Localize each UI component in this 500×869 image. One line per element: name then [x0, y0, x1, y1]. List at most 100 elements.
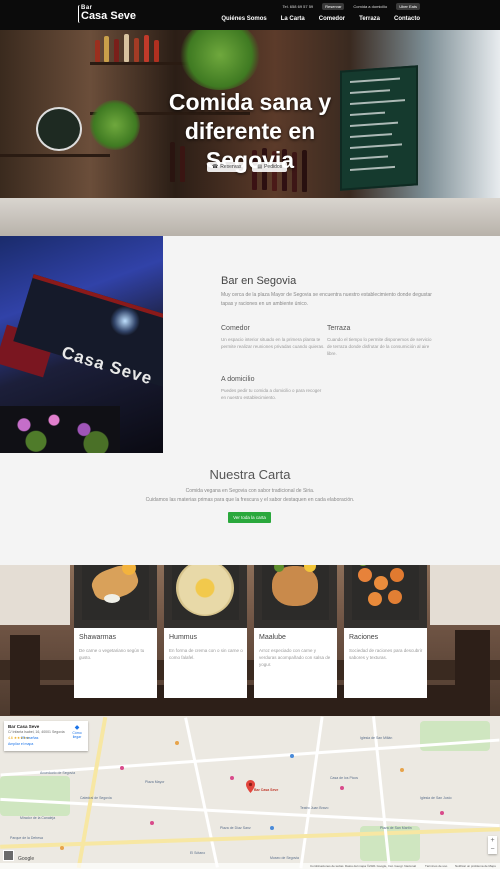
site-header: Bar Casa Seve Tel. 658 69 57 59 Reservar…	[0, 0, 500, 30]
main-nav: Quiénes Somos La Carta Comedor Terraza C…	[221, 16, 420, 22]
poi-pin[interactable]	[120, 766, 124, 770]
road	[0, 797, 500, 828]
park-area	[0, 776, 70, 816]
uber-eats-button[interactable]: Uber Eats	[396, 3, 420, 10]
nav-quienes-somos[interactable]: Quiénes Somos	[221, 16, 266, 22]
poi-pin[interactable]	[440, 811, 444, 815]
park-area	[420, 721, 490, 751]
map-label: Acueducto de Segovia	[40, 771, 76, 775]
map-reviews-link[interactable]: 25 reseñas	[21, 736, 38, 740]
hero-pedidos-button[interactable]: ▤ Pedidos	[252, 162, 288, 172]
map-place-address: C/ Infanta Isabel, 16, 40001 Segovia	[8, 730, 65, 734]
road	[299, 716, 324, 869]
poi-pin[interactable]	[340, 786, 344, 790]
map-label: Iglesia de San Millán	[360, 736, 393, 740]
dish-card[interactable]: Hummus En forma de crema con o sin carne…	[164, 565, 247, 698]
ver-carta-button[interactable]: Ver toda la carta	[228, 512, 271, 523]
hero-banner: Comida sana y diferente en Segovia ☎ Res…	[0, 30, 500, 236]
sauce	[104, 594, 120, 603]
nav-la-carta[interactable]: La Carta	[281, 16, 305, 22]
dish-desc: En forma de crema con o sin carne o como…	[169, 648, 243, 660]
hero-reservas-button[interactable]: ☎ Reservas	[207, 162, 247, 172]
dish-title: Hummus	[169, 634, 198, 641]
facade-photo: Casa Seve	[0, 236, 163, 453]
falafel	[388, 590, 402, 604]
map-label: Catedral de Segovia	[80, 796, 112, 800]
map-label: Plaza Mayor	[145, 780, 165, 784]
dish-title: Raciones	[349, 634, 379, 641]
poi-pin[interactable]	[270, 826, 274, 830]
map-shortcuts-link[interactable]: Combinaciones de teclas	[310, 864, 344, 868]
falafel	[374, 576, 388, 590]
falafel	[390, 568, 404, 582]
carta-section: Nuestra Carta Comida vegana en Segovia c…	[0, 453, 500, 565]
map-satellite-toggle[interactable]	[3, 850, 14, 861]
dish-photo	[344, 565, 427, 628]
poi-pin[interactable]	[290, 754, 294, 758]
map-directions-link[interactable]: ◆ Cómo llegar	[68, 724, 86, 739]
hero-pedidos-label: Pedidos	[264, 164, 283, 170]
nav-comedor[interactable]: Comedor	[319, 16, 345, 22]
map-zoom-control: + −	[488, 836, 497, 854]
bag-icon: ▤	[257, 164, 263, 170]
map-footer: Combinaciones de teclas Datos del mapa ©…	[0, 863, 500, 869]
dish-desc: Sociedad de raciones para descubrir sabo…	[349, 648, 423, 660]
location-marker-icon[interactable]	[246, 780, 255, 793]
hero-buttons: ☎ Reservas ▤ Pedidos	[207, 162, 288, 172]
bottle	[124, 34, 129, 62]
map-report-link[interactable]: Notificar un problema de Maps	[455, 864, 496, 868]
site-logo[interactable]: Bar Casa Seve	[81, 5, 136, 22]
map-data-text: Datos del mapa ©2021 Google, Inst. Geogr…	[345, 864, 416, 868]
phone-link[interactable]: Tel. 658 69 57 59	[279, 3, 316, 10]
hero-reservas-label: Reservas	[220, 164, 242, 170]
street-lamp	[110, 306, 140, 336]
reservar-button[interactable]: Reservar	[322, 3, 345, 10]
plant	[90, 100, 140, 150]
dish-title: Shawarmas	[79, 634, 116, 641]
nav-contacto[interactable]: Contacto	[394, 16, 420, 22]
poi-pin[interactable]	[175, 741, 179, 745]
poi-pin[interactable]	[400, 768, 404, 772]
dish-card[interactable]: Raciones Sociedad de raciones para descu…	[344, 565, 427, 698]
chair	[455, 630, 490, 716]
zoom-in-button[interactable]: +	[488, 836, 497, 845]
dish-photo	[74, 565, 157, 628]
domicilio-title: A domicilio	[221, 376, 255, 383]
carta-title: Nuestra Carta	[209, 467, 291, 482]
carta-subtitle-line-1: Comida vegana en Segovia con sabor tradi…	[185, 488, 315, 494]
wall	[0, 565, 70, 625]
poi-pin[interactable]	[150, 821, 154, 825]
dish-title: Maalube	[259, 634, 286, 641]
falafel	[358, 568, 372, 582]
nav-terraza[interactable]: Terraza	[359, 16, 380, 22]
dish-card[interactable]: Shawarmas De carne o vegetariano según t…	[74, 565, 157, 698]
poi-pin[interactable]	[60, 846, 64, 850]
comedor-text: Un espacio interior situado en la primer…	[221, 337, 325, 349]
directions-icon: ◆	[74, 725, 80, 731]
dish-desc: De carne o vegetariano según tu gusto.	[79, 648, 145, 660]
map-label: Parque de la Dehesa	[10, 836, 43, 840]
map-label: Bar Casa Seve	[254, 788, 279, 792]
map-label: Mirador de la Canaleja	[20, 816, 56, 820]
chair	[10, 635, 40, 715]
comida-domicilio-link[interactable]: Comida a domicilio	[350, 3, 390, 10]
map-terms-link[interactable]: Términos de uso	[425, 864, 447, 868]
map-directions-label: Cómo llegar	[72, 731, 82, 739]
map-label: Plaza de Díaz Sanz	[220, 826, 251, 830]
map-larger-link[interactable]: Ampliar el mapa	[8, 742, 33, 746]
carta-subtitle-line-2: Cuidamos las materias primas para que la…	[145, 497, 355, 503]
zoom-out-button[interactable]: −	[488, 845, 497, 854]
map-label: Iglesia de San Justo	[420, 796, 452, 800]
falafel	[368, 592, 382, 606]
google-logo: Google	[18, 856, 35, 862]
poi-pin[interactable]	[230, 776, 234, 780]
comedor-title: Comedor	[221, 325, 250, 332]
map-place-card: Bar Casa Seve C/ Infanta Isabel, 16, 400…	[4, 721, 88, 751]
dish-photo	[164, 565, 247, 628]
bottle	[114, 39, 119, 62]
bar-counter	[0, 198, 500, 236]
wall	[430, 565, 500, 625]
map-label: Museo de Segovia	[270, 856, 299, 860]
dish-card[interactable]: Maalube Arroz especiado con carne y verd…	[254, 565, 337, 698]
about-intro: Muy cerca de la plaza Mayor de Segovia s…	[221, 292, 432, 307]
